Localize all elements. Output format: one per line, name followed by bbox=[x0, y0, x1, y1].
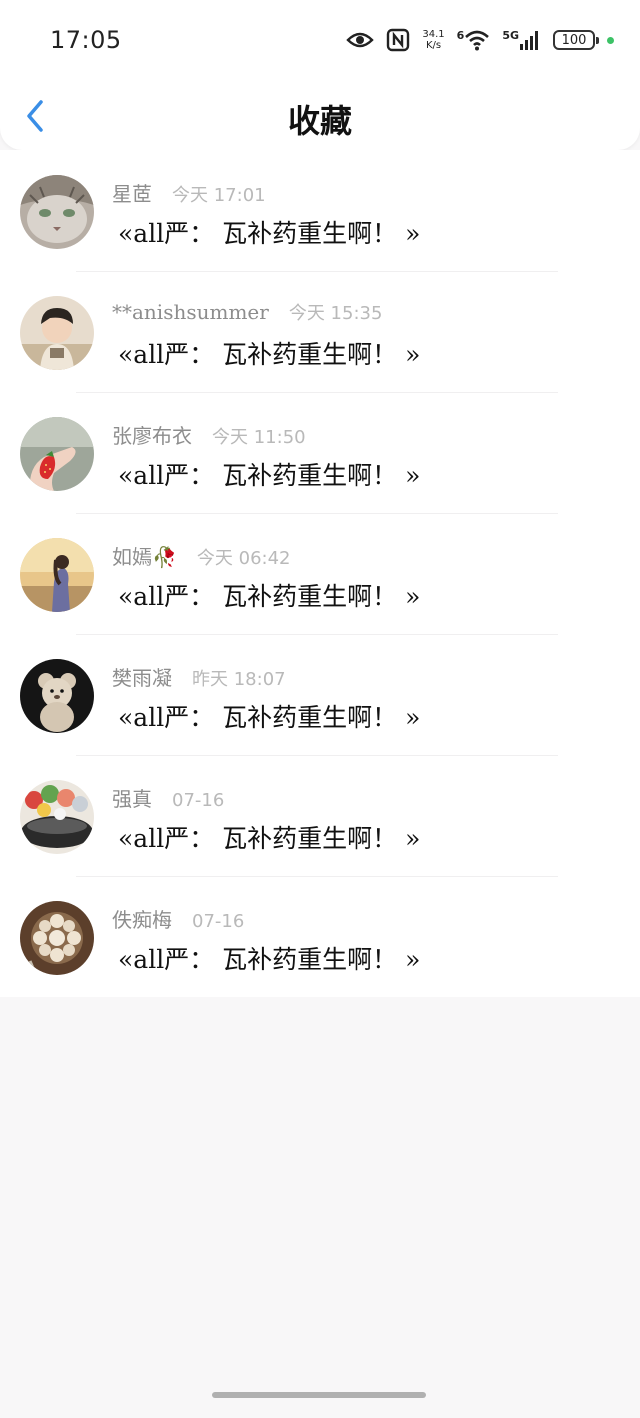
favorites-list: 星茝 今天 17:01 «all严： 瓦补药重生啊！ » **anishsumm… bbox=[0, 150, 640, 997]
item-meta: 强真 07-16 bbox=[112, 783, 224, 812]
timestamp: 07-16 bbox=[192, 911, 245, 932]
list-item[interactable]: 佚痴梅 07-16 «all严： 瓦补药重生啊！ » bbox=[0, 876, 640, 997]
avatar[interactable] bbox=[20, 296, 94, 370]
timestamp: 07-16 bbox=[172, 790, 225, 811]
status-icons: 34.1 K/s 6 5G 100 bbox=[334, 22, 614, 58]
avatar[interactable] bbox=[20, 780, 94, 854]
sender-name: 佚痴梅 bbox=[112, 908, 172, 932]
message-preview: «all严： 瓦补药重生啊！ » bbox=[118, 219, 421, 248]
message-preview: «all严： 瓦补药重生啊！ » bbox=[118, 340, 421, 369]
message-preview: «all严： 瓦补药重生啊！ » bbox=[118, 582, 421, 611]
favorites-screen: 17:05 34.1 K/s 6 5G 100 收藏 星茝 今天 17:01 «… bbox=[0, 0, 640, 1418]
timestamp: 今天 06:42 bbox=[196, 548, 291, 569]
avatar[interactable] bbox=[20, 659, 94, 733]
eye-icon bbox=[346, 31, 375, 49]
item-meta: 佚痴梅 07-16 bbox=[112, 904, 244, 933]
message-preview: «all严： 瓦补药重生啊！ » bbox=[118, 461, 421, 490]
sender-name: 星茝 bbox=[112, 182, 152, 206]
page-title: 收藏 bbox=[287, 102, 352, 140]
item-meta: 星茝 今天 17:01 bbox=[112, 178, 266, 207]
timestamp: 今天 15:35 bbox=[288, 303, 383, 324]
list-item[interactable]: **anishsummer 今天 15:35 «all严： 瓦补药重生啊！ » bbox=[0, 271, 640, 392]
sender-name: 强真 bbox=[112, 787, 152, 811]
net-speed: 34.1 K/s bbox=[422, 29, 445, 51]
list-item[interactable]: 强真 07-16 «all严： 瓦补药重生啊！ » bbox=[0, 755, 640, 876]
item-meta: 樊雨凝 昨天 18:07 bbox=[112, 662, 286, 691]
status-time: 17:05 bbox=[50, 26, 122, 54]
signal-icon: 5G bbox=[502, 29, 541, 51]
item-meta: 如嫣🥀 今天 06:42 bbox=[112, 541, 291, 570]
avatar[interactable] bbox=[20, 417, 94, 491]
timestamp: 今天 17:01 bbox=[172, 185, 266, 206]
item-meta: 张廖布衣 今天 11:50 bbox=[112, 420, 306, 449]
sender-name: 樊雨凝 bbox=[112, 666, 172, 690]
list-item[interactable]: 樊雨凝 昨天 18:07 «all严： 瓦补药重生啊！ » bbox=[0, 634, 640, 755]
timestamp: 今天 11:50 bbox=[212, 427, 306, 448]
home-indicator[interactable] bbox=[212, 1392, 426, 1398]
avatar[interactable] bbox=[20, 538, 94, 612]
timestamp: 昨天 18:07 bbox=[192, 669, 286, 690]
list-item[interactable]: 星茝 今天 17:01 «all严： 瓦补药重生啊！ » bbox=[0, 150, 640, 271]
message-preview: «all严： 瓦补药重生啊！ » bbox=[118, 824, 421, 853]
list-item[interactable]: 如嫣🥀 今天 06:42 «all严： 瓦补药重生啊！ » bbox=[0, 513, 640, 634]
sender-name: 如嫣🥀 bbox=[112, 545, 177, 569]
item-meta: **anishsummer 今天 15:35 bbox=[112, 299, 382, 325]
list-item[interactable]: 张廖布衣 今天 11:50 «all严： 瓦补药重生啊！ » bbox=[0, 392, 640, 513]
message-preview: «all严： 瓦补药重生啊！ » bbox=[118, 945, 421, 974]
battery-icon: 100 bbox=[553, 30, 599, 50]
nfc-icon bbox=[386, 28, 410, 52]
wifi-icon: 6 bbox=[457, 29, 491, 51]
message-preview: «all严： 瓦补药重生啊！ » bbox=[118, 703, 421, 732]
header: 17:05 34.1 K/s 6 5G 100 收藏 bbox=[0, 0, 640, 150]
indicator-dot bbox=[607, 36, 614, 44]
avatar[interactable] bbox=[20, 175, 94, 249]
sender-name: **anishsummer bbox=[112, 300, 269, 324]
avatar[interactable] bbox=[20, 901, 94, 975]
sender-name: 张廖布衣 bbox=[112, 424, 192, 448]
